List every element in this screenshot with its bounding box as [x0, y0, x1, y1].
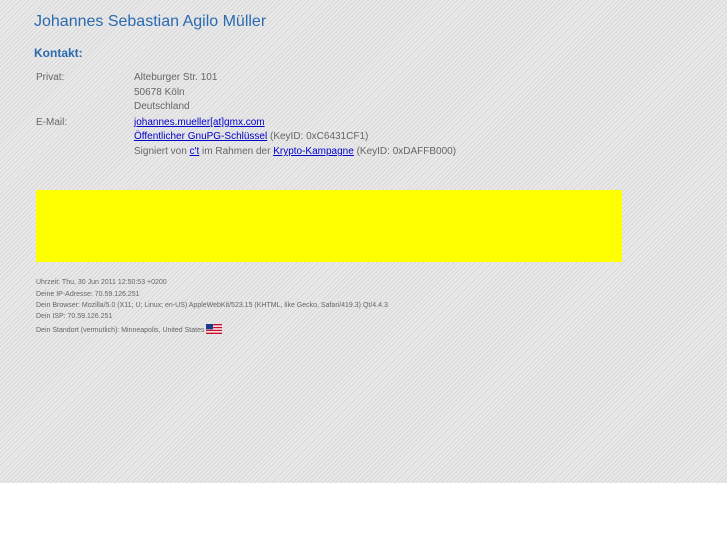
gpg-key-link[interactable]: Öffentlicher GnuPG-Schlüssel [134, 131, 267, 142]
email-label: E-Mail: [36, 117, 68, 128]
yellow-banner [36, 190, 622, 262]
footer-location-row: Dein Standort (vermutlich): Minneapolis,… [36, 324, 223, 334]
footer-time: Uhrzeit: Thu, 30 Jun 2011 12:50:53 +0200 [36, 279, 167, 286]
page-title: Johannes Sebastian Agilo Müller [34, 13, 267, 30]
address-line-country: Deutschland [134, 101, 190, 112]
krypto-kampagne-link[interactable]: Krypto-Kampagne [273, 146, 354, 157]
footer-ip: Deine IP-Adresse: 70.59.126.251 [36, 291, 140, 298]
signed-middle: im Rahmen der [199, 146, 274, 157]
gpg-key-id: (KeyID: 0xC6431CF1) [267, 131, 369, 142]
signed-row: Signiert von c't im Rahmen der Krypto-Ka… [134, 146, 456, 157]
us-flag-icon [206, 324, 223, 334]
email-link[interactable]: johannes.mueller[at]gmx.com [134, 117, 265, 128]
contact-heading: Kontakt: [34, 46, 83, 60]
email-row: johannes.mueller[at]gmx.com [134, 117, 265, 128]
footer-location: Dein Standort (vermutlich): Minneapolis,… [36, 327, 205, 334]
gpg-key-row: Öffentlicher GnuPG-Schlüssel (KeyID: 0xC… [134, 131, 368, 142]
page-content: Johannes Sebastian Agilo Müller Kontakt:… [0, 0, 727, 483]
footer-isp: Dein ISP: 70.59.126.251 [36, 313, 113, 320]
campaign-key-id: (KeyID: 0xDAFFB000) [353, 146, 457, 157]
address-line-city: 50678 Köln [134, 87, 185, 98]
footer-browser: Dein Browser: Mozilla/5.0 (X11; U; Linux… [36, 302, 388, 309]
ct-link[interactable]: c't [190, 146, 200, 157]
private-label: Privat: [36, 72, 65, 83]
signed-prefix: Signiert von [134, 146, 190, 157]
address-line-street: Alteburger Str. 101 [134, 72, 218, 83]
